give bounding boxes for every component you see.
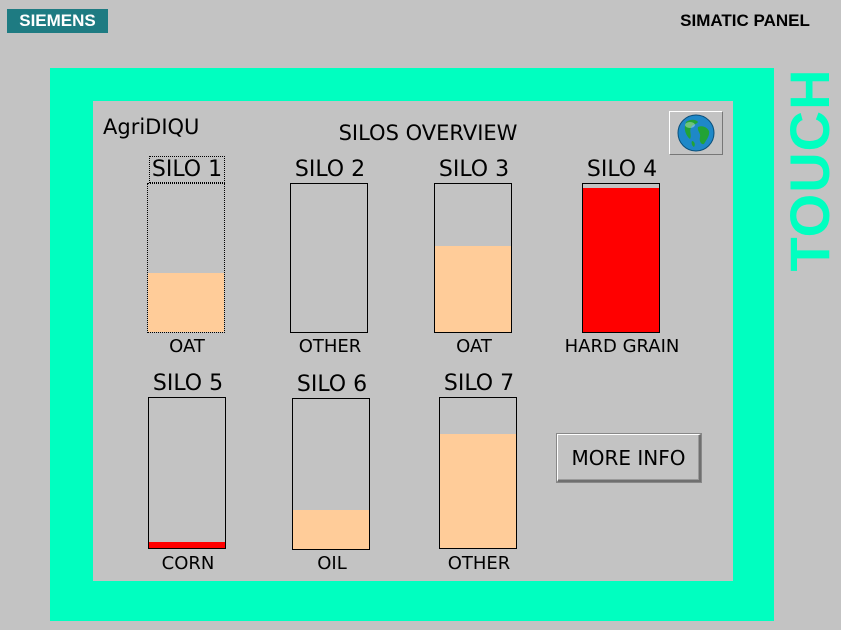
silo-name: SILO 4 <box>586 157 658 182</box>
silo-content-label: OTHER <box>447 553 511 574</box>
silo-content-label: OIL <box>317 553 347 574</box>
silo-content-label: OTHER <box>298 336 362 357</box>
silo-tank <box>148 397 226 549</box>
silo-name: SILO 1 <box>148 156 226 183</box>
silo-name: SILO 5 <box>152 371 224 396</box>
silo-name: SILO 6 <box>296 372 368 397</box>
siemens-logo: SIEMENS <box>7 9 108 33</box>
panel-model-label: SIMATIC PANEL <box>680 11 810 30</box>
silo-tank <box>290 183 368 333</box>
silo-content-label: OAT <box>456 336 492 357</box>
silo-content-label: OAT <box>169 336 205 357</box>
silo-level-fill <box>149 542 225 548</box>
app-name: AgriDIQU <box>103 115 200 139</box>
silo-tank <box>434 183 512 333</box>
silo-content-label: HARD GRAIN <box>564 336 680 357</box>
silo-level-fill <box>148 272 224 332</box>
touch-label-text: TOUCH <box>780 68 840 272</box>
globe-icon <box>677 114 715 152</box>
silo-level-fill <box>293 510 369 549</box>
silo-name: SILO 2 <box>294 157 366 182</box>
silo-level-fill <box>583 188 659 332</box>
page-title: SILOS OVERVIEW <box>338 121 518 145</box>
silo-tank <box>439 397 517 549</box>
silo-tank <box>147 183 225 333</box>
silo-level-fill <box>440 434 516 548</box>
silo-name: SILO 7 <box>443 371 515 396</box>
language-button[interactable] <box>669 111 723 155</box>
touch-label: TOUCH <box>780 60 840 285</box>
hmi-screen: AgriDIQU SILOS OVERVIEW SILO 1 OAT SILO … <box>93 101 733 581</box>
silo-level-fill <box>435 246 511 332</box>
silo-name: SILO 3 <box>438 157 510 182</box>
silo-content-label: CORN <box>161 553 215 574</box>
silo-tank <box>292 398 370 550</box>
more-info-button[interactable]: MORE INFO <box>556 433 702 483</box>
silo-tank <box>582 183 660 333</box>
